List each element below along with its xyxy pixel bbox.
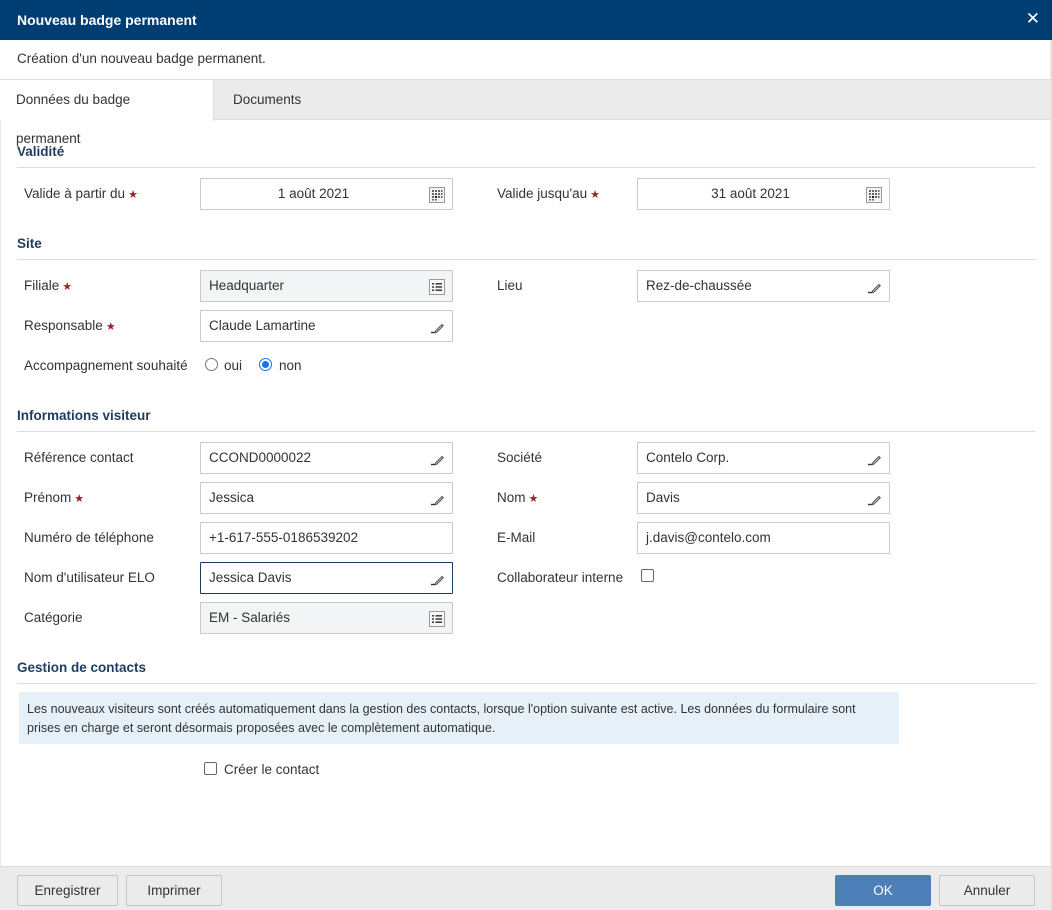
edit-icon[interactable]: [429, 319, 445, 335]
valid-until-label: Valide jusqu'au ★: [497, 186, 600, 201]
valid-from-label: Valide à partir du ★: [24, 186, 138, 201]
valid-from-field[interactable]: 1 août 2021: [200, 178, 453, 210]
responsible-label-text: Responsable: [24, 318, 103, 333]
category-field[interactable]: EM - Salariés: [200, 602, 453, 634]
save-button[interactable]: Enregistrer: [17, 875, 118, 906]
last-name-label: Nom ★: [497, 490, 538, 505]
escort-option-no-label: non: [279, 358, 302, 373]
section-divider: [17, 167, 1035, 168]
last-name-label-text: Nom: [497, 490, 526, 505]
create-contact-checkbox[interactable]: [204, 762, 217, 775]
info-box: Les nouveaux visiteurs sont créés automa…: [19, 692, 899, 744]
location-value: Rez-de-chaussée: [646, 278, 752, 293]
edit-icon[interactable]: [866, 491, 882, 507]
internal-employee-label: Collaborateur interne: [497, 570, 624, 585]
dialog-titlebar: Nouveau badge permanent ✕: [0, 0, 1052, 40]
section-divider: [17, 431, 1035, 432]
cancel-button[interactable]: Annuler: [939, 875, 1035, 906]
edit-icon[interactable]: [429, 571, 445, 587]
dialog-subtitle: Création d'un nouveau badge permanent.: [17, 51, 266, 66]
info-text: Les nouveaux visiteurs sont créés automa…: [27, 702, 856, 735]
section-title-visitor: Informations visiteur: [17, 408, 151, 423]
required-marker: ★: [74, 493, 85, 505]
close-icon[interactable]: ✕: [1026, 9, 1040, 29]
print-button[interactable]: Imprimer: [126, 875, 222, 906]
calendar-icon[interactable]: [429, 187, 445, 203]
phone-value: +1-617-555-0186539202: [209, 530, 359, 545]
contact-ref-value: CCOND0000022: [209, 450, 312, 465]
company-field[interactable]: Contelo Corp.: [637, 442, 890, 474]
internal-employee-checkbox[interactable]: [641, 569, 654, 582]
phone-field[interactable]: +1-617-555-0186539202: [200, 522, 453, 554]
escort-label: Accompagnement souhaité: [24, 358, 188, 373]
tab-bar: Données du badge permanent Documents: [0, 80, 1050, 146]
responsible-value: Claude Lamartine: [209, 318, 316, 333]
company-label: Société: [497, 450, 543, 465]
valid-from-label-text: Valide à partir du: [24, 186, 126, 201]
create-contact-label: Créer le contact: [224, 762, 320, 777]
frame-border-left: [0, 120, 1, 866]
section-title-contacts: Gestion de contacts: [17, 660, 147, 675]
escort-option-yes-label: oui: [224, 358, 243, 373]
email-value: j.davis@contelo.com: [646, 530, 771, 545]
elo-user-value: Jessica Davis: [209, 570, 292, 585]
section-divider: [17, 683, 1035, 684]
company-value: Contelo Corp.: [646, 450, 730, 465]
required-marker: ★: [105, 321, 116, 333]
required-marker: ★: [528, 493, 539, 505]
edit-icon[interactable]: [429, 491, 445, 507]
first-name-field[interactable]: Jessica: [200, 482, 453, 514]
list-icon[interactable]: [429, 611, 445, 627]
location-field[interactable]: Rez-de-chaussée: [637, 270, 890, 302]
branch-value: Headquarter: [209, 278, 285, 293]
branch-label-text: Filiale: [24, 278, 60, 293]
branch-field[interactable]: Headquarter: [200, 270, 453, 302]
location-label: Lieu: [497, 278, 523, 293]
responsible-label: Responsable ★: [24, 318, 116, 333]
section-divider: [17, 259, 1035, 260]
tab-badge-data[interactable]: Données du badge permanent: [0, 80, 214, 146]
ok-button[interactable]: OK: [835, 875, 931, 906]
section-title-validity: Validité: [17, 144, 65, 159]
email-label: E-Mail: [497, 530, 536, 545]
last-name-value: Davis: [646, 490, 680, 505]
edit-icon[interactable]: [429, 451, 445, 467]
required-marker: ★: [128, 189, 138, 201]
first-name-label: Prénom ★: [24, 490, 84, 505]
valid-until-field[interactable]: 31 août 2021: [637, 178, 890, 210]
elo-user-label: Nom d'utilisateur ELO: [24, 570, 155, 585]
edit-icon[interactable]: [866, 279, 882, 295]
list-icon[interactable]: [429, 279, 445, 295]
category-label: Catégorie: [24, 610, 83, 625]
escort-radio-yes[interactable]: [205, 358, 218, 371]
category-value: EM - Salariés: [209, 610, 291, 625]
dialog-subtitle-bar: Création d'un nouveau badge permanent.: [0, 40, 1050, 80]
dialog-title: Nouveau badge permanent: [17, 12, 197, 28]
contact-ref-field[interactable]: CCOND0000022: [200, 442, 453, 474]
escort-radio-no[interactable]: [259, 358, 272, 371]
last-name-field[interactable]: Davis: [637, 482, 890, 514]
required-marker: ★: [62, 281, 73, 293]
section-title-site: Site: [17, 236, 42, 251]
valid-until-value: 31 août 2021: [711, 186, 790, 201]
tab-documents[interactable]: Documents: [217, 80, 317, 120]
contact-ref-label: Référence contact: [24, 450, 134, 465]
branch-label: Filiale ★: [24, 278, 72, 293]
valid-until-label-text: Valide jusqu'au: [497, 186, 588, 201]
calendar-icon[interactable]: [866, 187, 882, 203]
elo-user-field[interactable]: Jessica Davis: [200, 562, 453, 594]
email-field[interactable]: j.davis@contelo.com: [637, 522, 890, 554]
phone-label: Numéro de téléphone: [24, 530, 154, 545]
edit-icon[interactable]: [866, 451, 882, 467]
dialog-footer: Enregistrer Imprimer OK Annuler: [0, 866, 1050, 910]
first-name-value: Jessica: [209, 490, 255, 505]
required-marker: ★: [590, 189, 601, 201]
responsible-field[interactable]: Claude Lamartine: [200, 310, 453, 342]
valid-from-value: 1 août 2021: [277, 186, 350, 201]
first-name-label-text: Prénom: [24, 490, 72, 505]
